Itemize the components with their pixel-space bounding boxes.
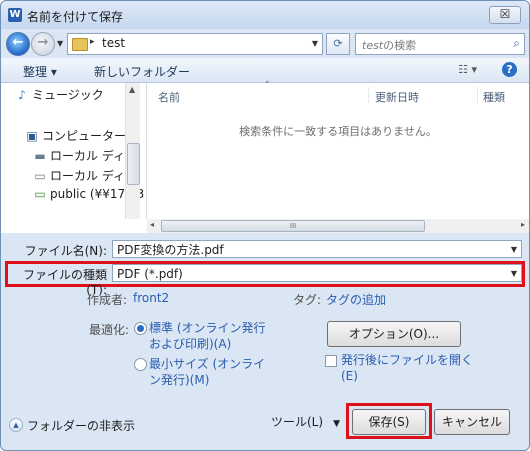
file-list: 名前 ˄ 更新日時 種類 検索条件に一致する項目はありません。 <box>147 81 529 219</box>
column-header-modified[interactable]: 更新日時 <box>375 89 419 105</box>
address-bar[interactable]: ▸ test ▼ <box>67 33 323 55</box>
cancel-button[interactable]: キャンセル <box>434 409 510 435</box>
breadcrumb-test[interactable]: test <box>102 36 125 50</box>
tags-value[interactable]: タグの追加 <box>326 291 386 308</box>
open-after-publish-label[interactable]: 発行後にファイルを開く (E) <box>341 352 473 384</box>
drive-icon: ▬ <box>34 149 46 163</box>
filename-input[interactable]: PDF変換の方法.pdf ▼ <box>112 240 522 258</box>
view-options-icon[interactable]: ☷ ▾ <box>458 63 477 76</box>
options-button[interactable]: オプション(O)... <box>327 321 461 347</box>
column-divider[interactable] <box>368 87 369 103</box>
scrollbar-thumb[interactable]: III <box>161 220 425 232</box>
dialog-title: 名前を付けて保存 <box>27 10 124 24</box>
music-icon: ♪ <box>18 88 26 102</box>
author-label: 作成者: <box>86 293 127 307</box>
sort-indicator-icon: ˄ <box>265 81 270 91</box>
nav-item-music[interactable]: ♪ ミュージック <box>15 86 104 104</box>
organize-button[interactable]: 整理 ▾ <box>23 63 57 80</box>
column-header-name[interactable]: 名前 <box>158 89 180 105</box>
nav-item-local-disk-2[interactable]: ▭ ローカル ディス <box>33 167 137 185</box>
chevron-down-icon[interactable]: ▼ <box>511 241 517 259</box>
hide-folders-button[interactable]: フォルダーの非表示 <box>27 417 135 434</box>
scroll-up-icon[interactable]: ▲ <box>129 85 135 94</box>
navigation-pane: ♪ ミュージック ▣ コンピューター ▬ ローカル ディス ▭ ローカル ディス ▭ pu… <box>1 83 147 219</box>
column-header-type[interactable]: 種類 <box>483 89 505 105</box>
back-button[interactable]: ← <box>6 32 30 56</box>
optimize-minimum-label[interactable]: 最小サイズ (オンライ ン発行)(M) <box>149 356 265 388</box>
network-drive-icon: ▭ <box>34 187 46 201</box>
scroll-right-icon[interactable]: ▸ <box>521 220 525 229</box>
save-as-dialog: W 名前を付けて保存 ☒ ← → ▼ ▸ test ▼ ⟳ testの検索 ⌕ … <box>0 0 530 451</box>
arrow-right-icon: → <box>37 35 49 50</box>
search-placeholder: testの検索 <box>362 39 417 52</box>
filetype-select[interactable]: PDF (*.pdf) ▼ <box>112 264 522 282</box>
tools-button[interactable]: ツール(L) ▼ <box>271 413 340 430</box>
refresh-button[interactable]: ⟳ <box>326 33 350 55</box>
forward-button[interactable]: → <box>31 32 55 56</box>
folder-icon <box>72 38 88 51</box>
column-divider[interactable] <box>477 87 478 103</box>
command-bar: 整理 ▾ 新しいフォルダー ☷ ▾ ? <box>1 58 529 83</box>
navigation-bar: ← → ▼ ▸ test ▼ ⟳ testの検索 ⌕ <box>1 30 529 56</box>
address-history-dropdown[interactable]: ▼ <box>312 39 318 48</box>
tags-label: タグ: <box>292 293 321 307</box>
chevron-down-icon: ▼ <box>333 419 340 429</box>
scroll-left-icon[interactable]: ◂ <box>150 220 154 229</box>
dialog-footer: ▲ フォルダーの非表示 ツール(L) ▼ 保存(S) キャンセル <box>1 401 529 450</box>
refresh-icon: ⟳ <box>333 37 343 50</box>
recent-pages-dropdown[interactable]: ▼ <box>57 39 63 48</box>
help-icon[interactable]: ? <box>502 62 517 77</box>
nav-pane-scrollbar[interactable]: ▲ <box>125 83 140 219</box>
drive-icon: ▭ <box>34 169 46 183</box>
computer-icon: ▣ <box>26 129 38 143</box>
filename-label: ファイル名(N): <box>24 244 107 258</box>
file-browser: ♪ ミュージック ▣ コンピューター ▬ ローカル ディス ▭ ローカル ディス ▭ pu… <box>1 81 529 233</box>
hide-folders-icon[interactable]: ▲ <box>9 418 23 432</box>
search-box[interactable]: testの検索 ⌕ <box>355 33 525 55</box>
title-bar: W 名前を付けて保存 ☒ <box>1 1 529 29</box>
author-value[interactable]: front2 <box>133 291 169 305</box>
arrow-left-icon: ← <box>12 35 24 50</box>
nav-item-computer[interactable]: ▣ コンピューター <box>25 127 126 145</box>
open-after-publish-checkbox[interactable] <box>325 355 337 367</box>
scrollbar-thumb[interactable] <box>127 143 140 185</box>
nav-item-local-disk-1[interactable]: ▬ ローカル ディス <box>33 147 137 165</box>
close-button[interactable]: ☒ <box>489 6 521 24</box>
breadcrumb-chevron-icon[interactable]: ▸ <box>90 37 95 47</box>
save-button[interactable]: 保存(S) <box>352 409 426 435</box>
optimize-standard-label[interactable]: 標準 (オンライン発行 および印刷)(A) <box>149 320 266 352</box>
new-folder-button[interactable]: 新しいフォルダー <box>94 63 190 80</box>
optimize-minimum-radio[interactable] <box>134 358 147 371</box>
empty-message: 検索条件に一致する項目はありません。 <box>239 125 437 138</box>
optimize-label: 最適化: <box>88 323 129 337</box>
chevron-down-icon[interactable]: ▼ <box>511 265 517 283</box>
optimize-standard-radio[interactable] <box>134 322 147 335</box>
search-icon[interactable]: ⌕ <box>513 36 520 51</box>
file-list-hscrollbar[interactable]: ◂ III ▸ <box>147 219 529 233</box>
word-app-icon: W <box>8 8 22 22</box>
